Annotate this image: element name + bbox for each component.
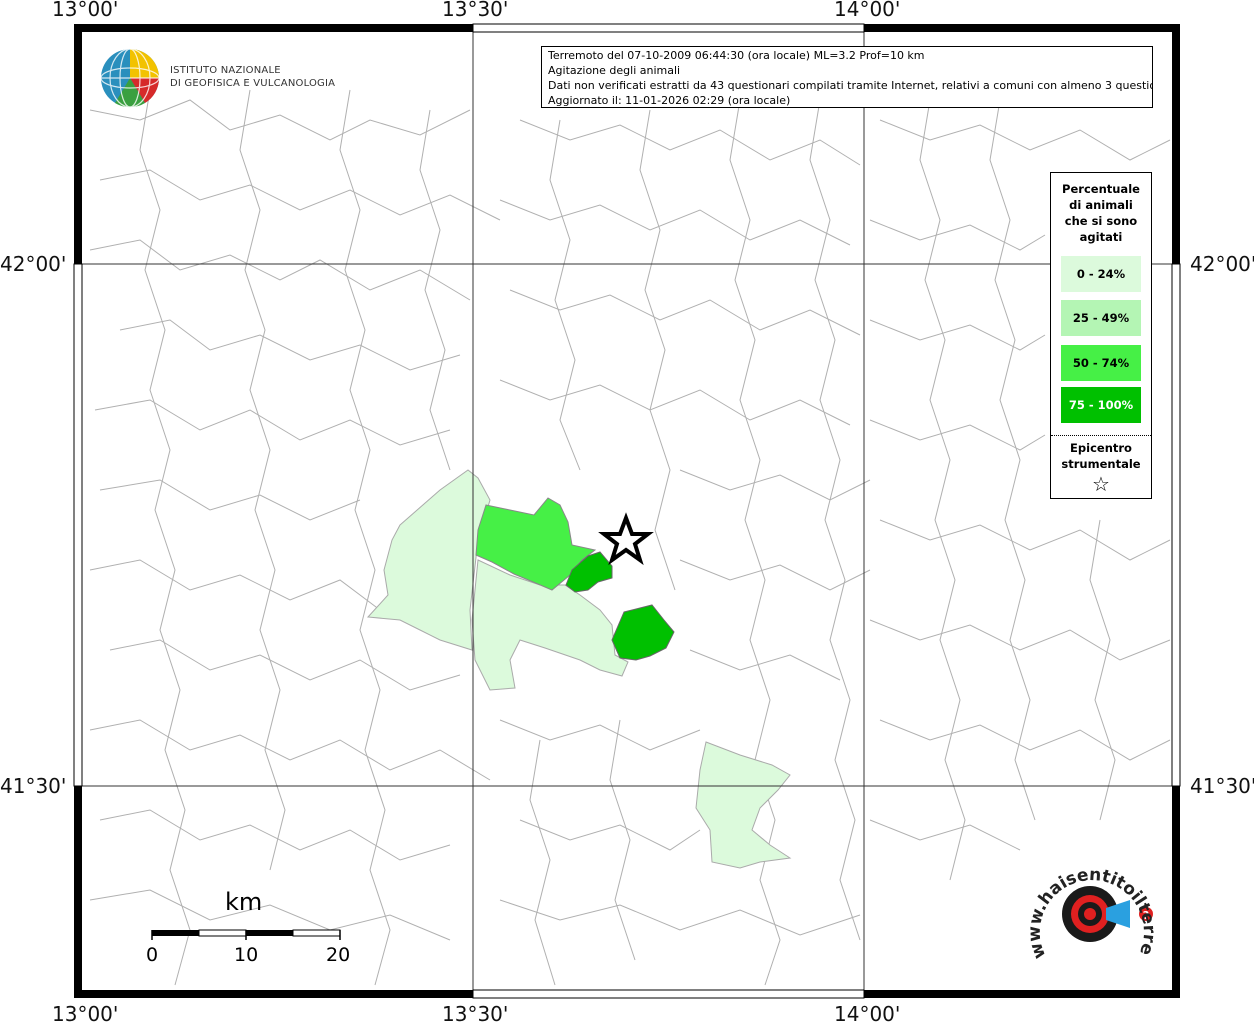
event-info-line2: Agitazione degli animali — [548, 64, 681, 77]
legend-epicenter-star-icon: ☆ — [1092, 472, 1110, 496]
event-info-line4: Aggiornato il: 11-01-2026 02:29 (ora loc… — [548, 94, 791, 107]
coord-bottom-1330: 13°30' — [442, 1002, 509, 1026]
legend-separator — [1051, 435, 1151, 436]
ingv-logo-icon — [100, 48, 160, 108]
ingv-logo-line1: ISTITUTO NAZIONALE — [170, 65, 281, 76]
event-info-line1: Terremoto del 07-10-2009 06:44:30 (ora l… — [548, 49, 925, 62]
legend-title: Percentuale di animali che si sono agita… — [1051, 181, 1151, 245]
event-info-line3: Dati non verificati estratti da 43 quest… — [548, 79, 1152, 92]
map-canvas: ? www.haisentitoilterremoto.it — [0, 0, 1181, 999]
ingv-logo-text: ISTITUTO NAZIONALE DI GEOFISICA E VULCAN… — [170, 64, 335, 90]
legend: Percentuale di animali che si sono agita… — [1050, 172, 1152, 499]
legend-epicenter-line: Epicentro — [1070, 441, 1132, 455]
epicenter-star-icon — [598, 512, 654, 566]
coord-top-1330: 13°30' — [442, 0, 509, 21]
legend-title-line: agitati — [1079, 230, 1123, 244]
municipality-75-100 — [611, 604, 675, 661]
coord-top-1300: 13°00' — [52, 0, 119, 21]
coord-left-4200: 42°00' — [0, 252, 67, 276]
graticule — [82, 32, 1172, 990]
scalebar-tick-10: 10 — [234, 944, 259, 966]
scalebar-unit: km — [225, 888, 263, 916]
legend-class-75-100: 75 - 100% — [1061, 387, 1141, 423]
legend-title-line: di animali — [1069, 198, 1133, 212]
coord-bottom-1400: 14°00' — [834, 1002, 901, 1026]
municipality-0-24 — [695, 741, 792, 869]
coord-left-4130: 41°30' — [0, 774, 67, 798]
legend-title-line: Percentuale — [1062, 182, 1140, 196]
coord-top-1400: 14°00' — [834, 0, 901, 21]
ingv-logo-line2: DI GEOFISICA E VULCANOLOGIA — [170, 78, 336, 89]
coord-right-4130: 41°30' — [1190, 774, 1254, 798]
coord-bottom-1300: 13°00' — [52, 1002, 119, 1026]
legend-epicenter-line: strumentale — [1061, 457, 1141, 471]
affected-municipalities — [366, 469, 792, 869]
legend-title-line: che si sono — [1064, 214, 1138, 228]
municipality-0-24 — [366, 469, 491, 651]
scale-bar — [151, 929, 341, 940]
coord-right-4200: 42°00' — [1190, 252, 1254, 276]
legend-class-0-24: 0 - 24% — [1061, 256, 1141, 292]
legend-class-25-49: 25 - 49% — [1061, 300, 1141, 336]
legend-epicenter: Epicentro strumentale ☆ — [1051, 440, 1151, 496]
scalebar-tick-20: 20 — [326, 944, 351, 966]
scalebar-tick-0: 0 — [146, 944, 159, 966]
event-info-box: Terremoto del 07-10-2009 06:44:30 (ora l… — [541, 46, 1153, 108]
watermark-text: www.haisentitoilterremoto.it — [0, 0, 1159, 961]
legend-class-50-74: 50 - 74% — [1061, 345, 1141, 381]
